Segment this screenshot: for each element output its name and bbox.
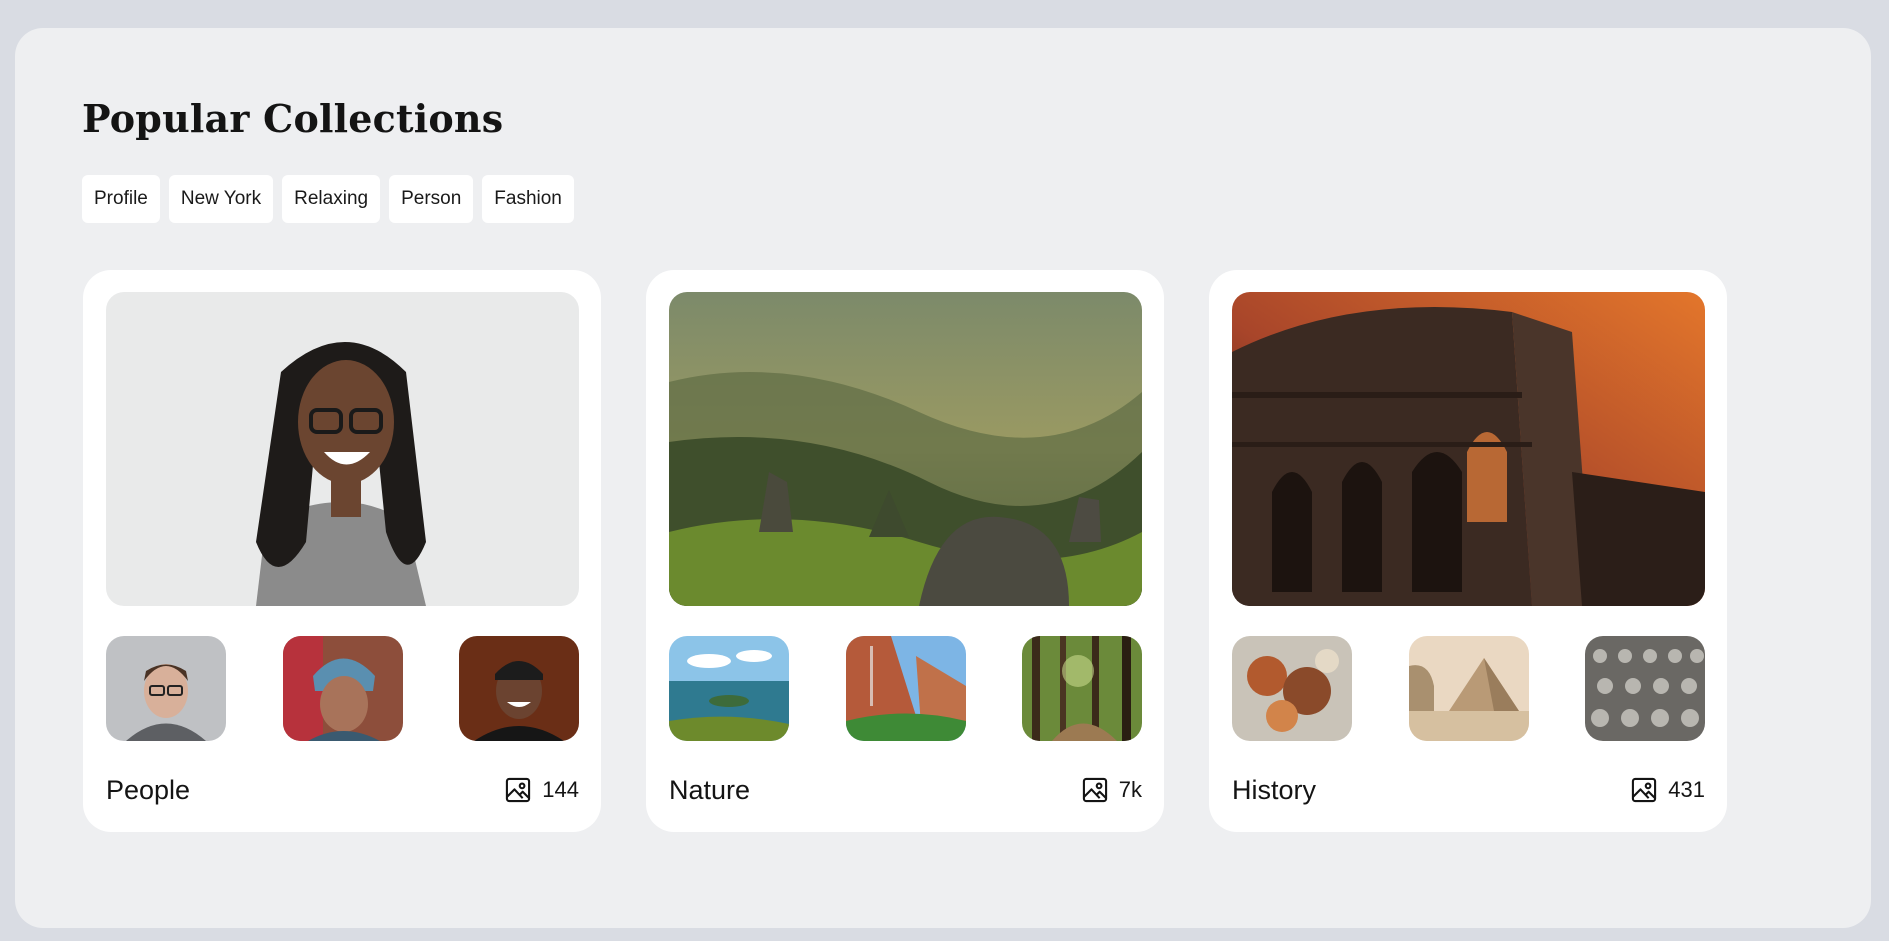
photo-count: 7k <box>1081 776 1142 804</box>
tag-chip-relaxing[interactable]: Relaxing <box>282 175 381 223</box>
nature-thumb-forest[interactable] <box>1022 636 1142 741</box>
photo-count-value: 144 <box>542 777 579 802</box>
collection-name: Nature <box>669 774 751 805</box>
history-thumb-terracotta-army[interactable] <box>1585 636 1705 741</box>
collection-card-nature[interactable]: Nature 7k <box>646 270 1164 832</box>
tag-list: Profile New York Relaxing Person Fashion <box>82 175 574 223</box>
nature-thumbnails <box>669 636 1142 741</box>
people-thumb-elderly-woman[interactable] <box>282 636 403 741</box>
nature-hero-image[interactable] <box>669 292 1142 606</box>
page-title: Popular Collections <box>82 96 504 141</box>
collection-card-people[interactable]: People 144 <box>83 270 601 832</box>
nature-thumb-canyon[interactable] <box>845 636 966 741</box>
people-hero-image[interactable] <box>106 292 579 606</box>
history-hero-image[interactable] <box>1232 292 1705 606</box>
collection-name: History <box>1232 774 1317 805</box>
tag-chip-fashion[interactable]: Fashion <box>482 175 574 223</box>
image-icon <box>1630 776 1658 804</box>
collection-cards: People 144 Nature 7k History 431 <box>83 270 1727 832</box>
people-thumb-man-glasses[interactable] <box>106 636 226 741</box>
photo-count: 431 <box>1630 776 1705 804</box>
people-card-footer: People 144 <box>106 770 579 810</box>
tag-chip-new-york[interactable]: New York <box>168 175 274 223</box>
image-icon <box>1081 776 1109 804</box>
image-icon <box>504 776 532 804</box>
photo-count-value: 431 <box>1668 777 1705 802</box>
people-thumbnails <box>106 636 579 741</box>
collection-name: People <box>106 774 191 805</box>
history-card-footer: History 431 <box>1232 770 1705 810</box>
history-thumb-fresco[interactable] <box>1232 636 1352 741</box>
tag-chip-profile[interactable]: Profile <box>82 175 160 223</box>
photo-count: 144 <box>504 776 579 804</box>
history-thumb-pyramid[interactable] <box>1408 636 1529 741</box>
tag-chip-person[interactable]: Person <box>389 175 474 223</box>
people-thumb-man-beanie[interactable] <box>459 636 579 741</box>
nature-thumb-lake[interactable] <box>669 636 789 741</box>
collection-card-history[interactable]: History 431 <box>1209 270 1727 832</box>
history-thumbnails <box>1232 636 1705 741</box>
photo-count-value: 7k <box>1118 777 1142 802</box>
nature-card-footer: Nature 7k <box>669 770 1142 810</box>
